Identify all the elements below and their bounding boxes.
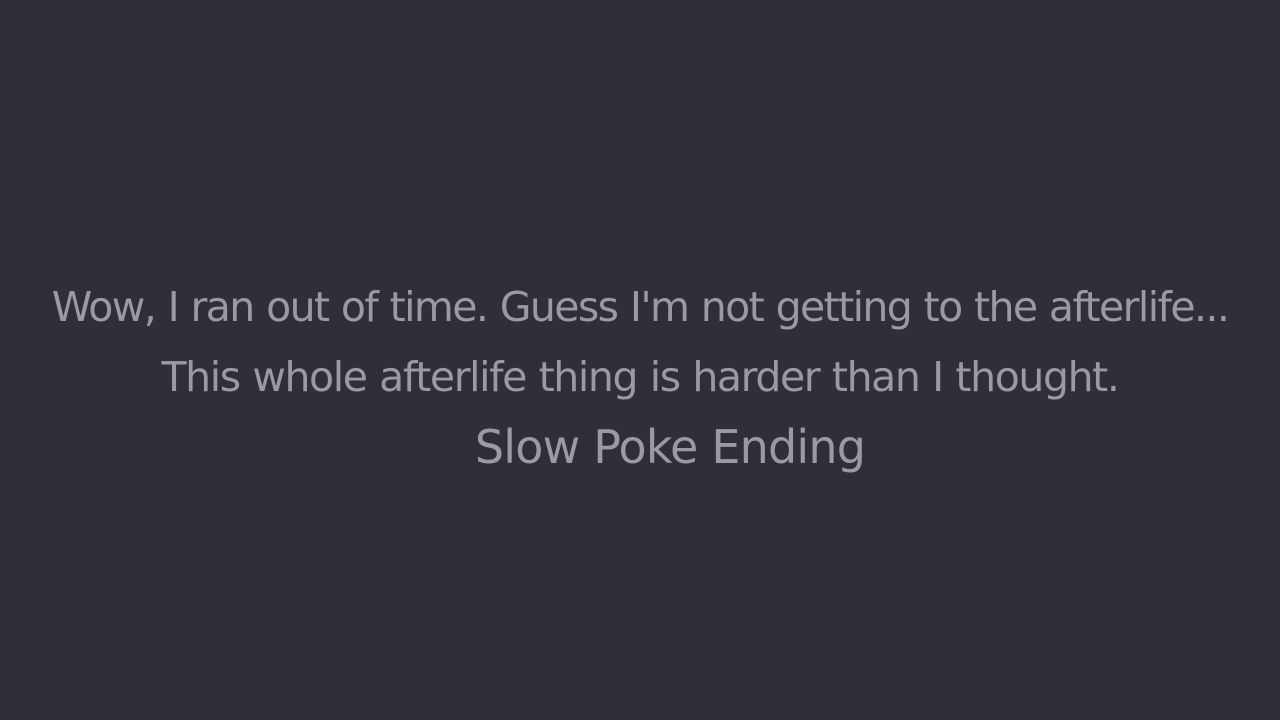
ending-title: Slow Poke Ending xyxy=(474,420,866,474)
ending-screen[interactable]: Wow, I ran out of time. Guess I'm not ge… xyxy=(0,0,1280,720)
ending-text-block: Wow, I ran out of time. Guess I'm not ge… xyxy=(0,272,1280,482)
ending-dialogue-line-1: Wow, I ran out of time. Guess I'm not ge… xyxy=(51,283,1230,331)
ending-dialogue-line-2: This whole afterlife thing is harder tha… xyxy=(161,353,1120,401)
